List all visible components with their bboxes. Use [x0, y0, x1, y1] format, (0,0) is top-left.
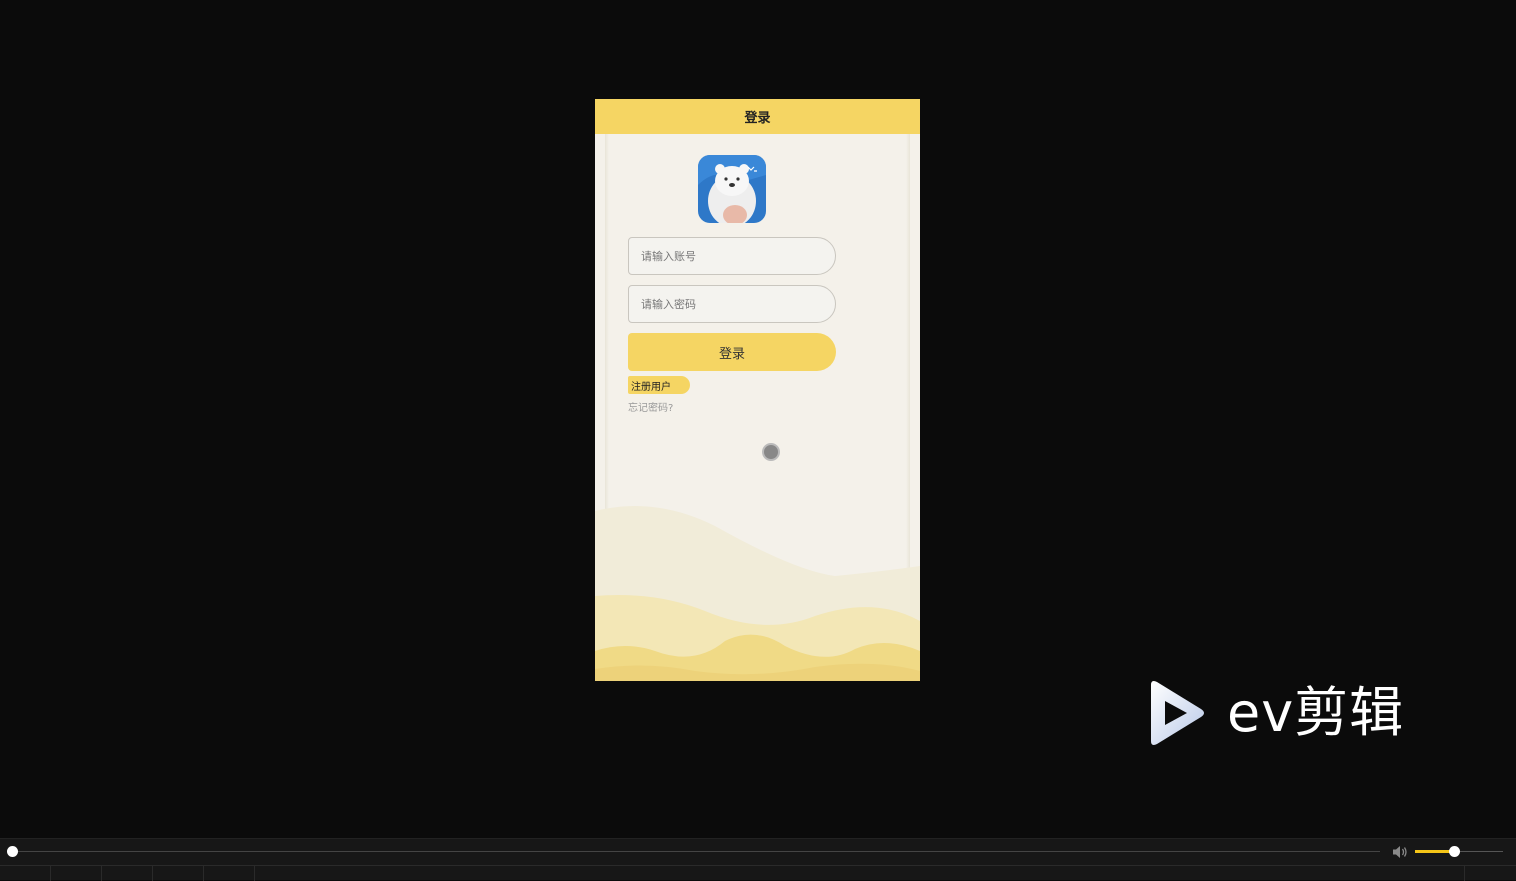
- speaker-icon[interactable]: [1392, 845, 1408, 859]
- control-slot[interactable]: [0, 865, 51, 881]
- volume-handle[interactable]: [1448, 846, 1460, 857]
- wave-background: [595, 506, 920, 681]
- control-slot[interactable]: [204, 865, 255, 881]
- control-slot[interactable]: [1464, 865, 1516, 881]
- control-slot[interactable]: [102, 865, 153, 881]
- player-controls: [0, 838, 1516, 881]
- password-input[interactable]: [628, 285, 836, 323]
- watermark-text: ev剪辑: [1227, 681, 1405, 744]
- watermark: ev剪辑: [1145, 678, 1404, 748]
- account-input[interactable]: [628, 237, 836, 275]
- seek-bar[interactable]: [12, 851, 1380, 852]
- control-slot[interactable]: [51, 865, 102, 881]
- polar-bear-icon: [698, 155, 766, 223]
- control-slot[interactable]: [153, 865, 204, 881]
- play-triangle-icon: [1151, 681, 1204, 745]
- touch-cursor: [762, 443, 780, 461]
- page-title: 登录: [595, 99, 920, 134]
- login-button[interactable]: 登录: [628, 333, 836, 371]
- seek-handle[interactable]: [7, 846, 18, 857]
- control-spacer: [255, 865, 1464, 881]
- volume-fill: [1415, 850, 1454, 853]
- phone-screen: 登录 登录 注册用户 忘记密码?: [595, 99, 920, 681]
- control-button-row: [0, 865, 1516, 881]
- forgot-password-link[interactable]: 忘记密码?: [628, 399, 673, 414]
- register-button[interactable]: 注册用户: [628, 376, 690, 394]
- video-stage: 登录 登录 注册用户 忘记密码?: [0, 0, 1516, 818]
